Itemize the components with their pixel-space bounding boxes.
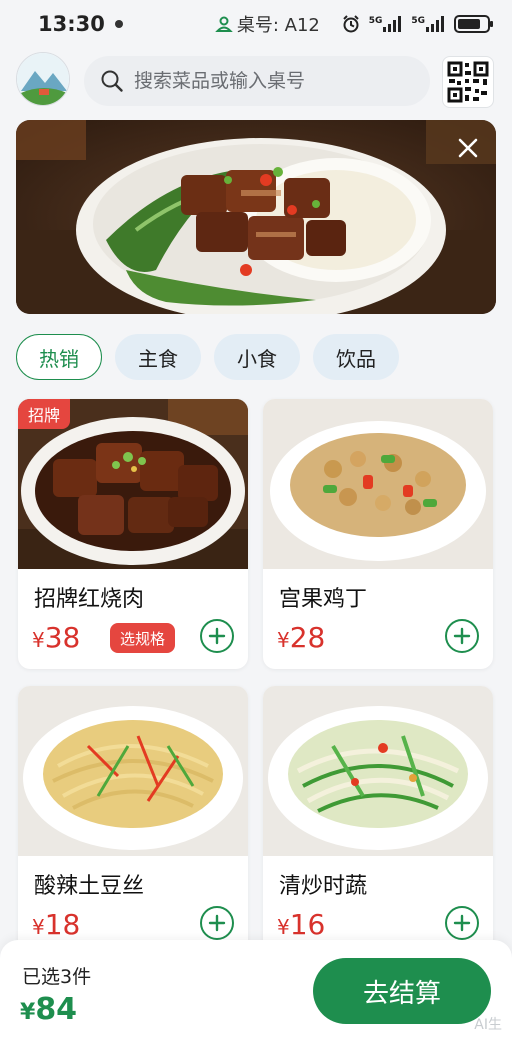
menu-item-card[interactable]: 清炒时蔬 ¥16 [263,686,493,956]
add-to-cart-button[interactable] [200,906,234,940]
dish-price: ¥16 [277,908,325,941]
plus-icon [208,914,226,932]
price-value: 38 [44,621,81,654]
dish-name: 酸辣土豆丝 [34,874,145,899]
tab-staple[interactable]: 主食 [115,334,201,380]
signal-bars-icon [383,16,402,32]
checkout-button[interactable]: 去结算 [313,958,491,1024]
notification-dot-icon [114,20,123,28]
stir-fried-vegetables-photo [263,686,493,856]
tab-snack[interactable]: 小食 [214,334,300,380]
plus-icon [208,627,226,645]
kung-pao-chicken-photo [263,399,493,569]
dish-price: ¥28 [277,621,325,654]
price-value: 28 [289,621,326,654]
tab-hot[interactable]: 热销 [16,334,102,380]
price-value: 18 [44,908,81,941]
currency-symbol: ¥ [277,628,290,652]
cart-bar: 已选3件 ¥84 去结算 AI生 [0,940,512,1040]
select-spec-button[interactable]: 选规格 [110,623,176,653]
braised-pork-rice-photo [16,120,496,314]
menu-item-card[interactable]: 酸辣土豆丝 ¥18 [18,686,248,956]
currency-symbol: ¥ [32,915,45,939]
menu-item-card[interactable]: 宫果鸡丁 ¥28 [263,399,493,669]
qr-code-button[interactable] [442,56,494,108]
banner-close-button[interactable] [452,132,484,164]
dish-name: 清炒时蔬 [279,874,368,899]
dish-price: ¥38 [32,621,80,654]
currency-symbol: ¥ [32,628,45,652]
status-time: 13:30 [38,12,105,36]
plus-icon [453,914,471,932]
search-input[interactable] [134,70,414,92]
search-icon [101,70,123,92]
add-to-cart-button[interactable] [445,619,479,653]
currency-symbol: ¥ [20,1000,36,1025]
table-number-label: 桌号: A12 [236,15,320,36]
cart-total: ¥84 [20,992,77,1027]
status-bar: 13:30 桌号: A12 5G 5G [0,0,512,48]
signature-tag: 招牌 [18,399,71,429]
selected-count: 已选3件 [22,966,92,988]
sour-spicy-potato-photo [18,686,248,856]
total-value: 84 [35,992,78,1027]
restaurant-logo[interactable] [16,52,70,106]
battery-icon [454,15,493,33]
table-number-status: 桌号: A12 [215,11,320,37]
promo-banner[interactable] [16,120,496,314]
add-to-cart-button[interactable] [200,619,234,653]
person-icon [215,16,233,32]
alarm-icon [342,15,359,33]
search-bar[interactable] [84,56,430,106]
dish-name: 招牌红烧肉 [34,587,145,612]
plus-icon [453,627,471,645]
close-icon [458,138,478,158]
signal-type-1: 5G [368,16,383,26]
menu-item-card[interactable]: 招牌 招牌红烧肉 ¥38 选规格 [18,399,248,669]
category-tabs: 热销 主食 小食 饮品 [16,334,399,380]
tab-drinks[interactable]: 饮品 [313,334,399,380]
header [0,52,512,112]
ai-watermark: AI生 [474,1017,502,1033]
price-value: 16 [289,908,326,941]
status-indicators: 5G 5G [341,14,493,34]
currency-symbol: ¥ [277,915,290,939]
dish-name: 宫果鸡丁 [279,587,368,612]
signal-type-2: 5G [411,16,425,26]
signal-bars-icon-2 [426,16,444,32]
qr-code-icon [447,61,489,103]
dish-price: ¥18 [32,908,80,941]
add-to-cart-button[interactable] [445,906,479,940]
